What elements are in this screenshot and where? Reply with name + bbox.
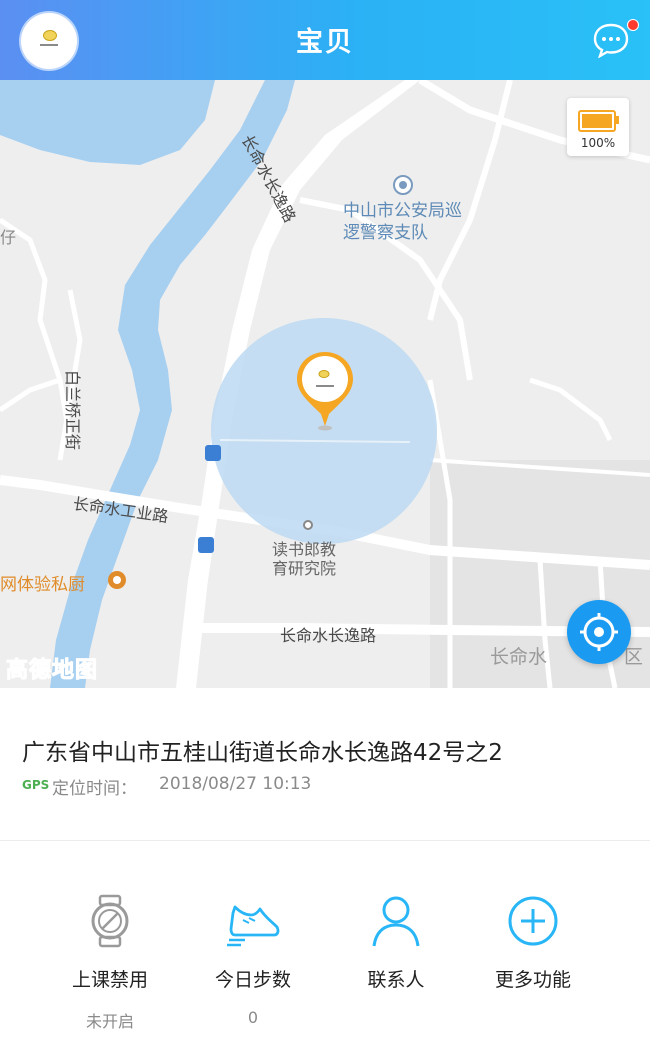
map-label-school: 读书郎教育研究院 <box>272 540 337 578</box>
function-more[interactable]: 更多功能 <box>473 893 593 992</box>
function-label: 联系人 <box>367 969 425 991</box>
battery-fill <box>582 114 612 128</box>
map-label-kitchen: 网体验私厨 <box>0 575 85 595</box>
battery-indicator: 100% <box>567 98 629 156</box>
crosshair-icon <box>580 613 618 651</box>
map-label-road-bottom: 长命水长逸路 <box>280 626 377 645</box>
map-label-road-right: 长命水 <box>490 646 548 668</box>
map-label-police: 中山市公安局巡逻警察支队 <box>343 201 462 243</box>
function-status: 未开启 <box>85 1012 134 1031</box>
function-label: 今日步数 <box>214 969 291 991</box>
function-label: 上课禁用 <box>71 969 148 991</box>
person-icon <box>372 896 420 947</box>
divider <box>0 840 650 841</box>
map-label-baiqiao: 白兰桥正街 <box>63 370 82 451</box>
battery-percent: 100% <box>580 136 616 150</box>
function-class-disable[interactable]: 上课禁用 未开启 <box>50 893 170 1032</box>
gps-tag: GPS <box>22 778 50 792</box>
page-title: 宝贝 <box>296 27 354 58</box>
map-attribution: 高德地图 <box>5 658 99 684</box>
header-bar: 宝贝 <box>0 0 650 80</box>
function-contacts[interactable]: 联系人 <box>336 893 456 992</box>
location-time-label: 定位时间： <box>52 779 137 799</box>
watch-icon <box>91 894 129 948</box>
shoe-icon <box>227 905 280 947</box>
battery-icon <box>578 110 616 132</box>
locate-button[interactable] <box>567 600 631 664</box>
unread-badge <box>627 19 639 31</box>
location-time-value: 2018/08/27 10:13 <box>159 774 312 794</box>
map-view[interactable]: 中山市公安局巡逻警察支队 长命水长逸路 长命水长逸路 长命水 区 白兰桥正街 长… <box>0 80 650 688</box>
address-text: 广东省中山市五桂山街道长命水长逸路42号之2 <box>22 740 503 766</box>
function-steps[interactable]: 今日步数 0 <box>193 893 313 1027</box>
location-pin-icon[interactable] <box>293 348 357 432</box>
plus-circle-icon <box>508 896 558 946</box>
chat-bubble-icon[interactable] <box>593 22 629 58</box>
map-label-fragment: 仔 <box>0 228 17 247</box>
function-label: 更多功能 <box>494 969 571 991</box>
function-value: 0 <box>247 1008 259 1027</box>
